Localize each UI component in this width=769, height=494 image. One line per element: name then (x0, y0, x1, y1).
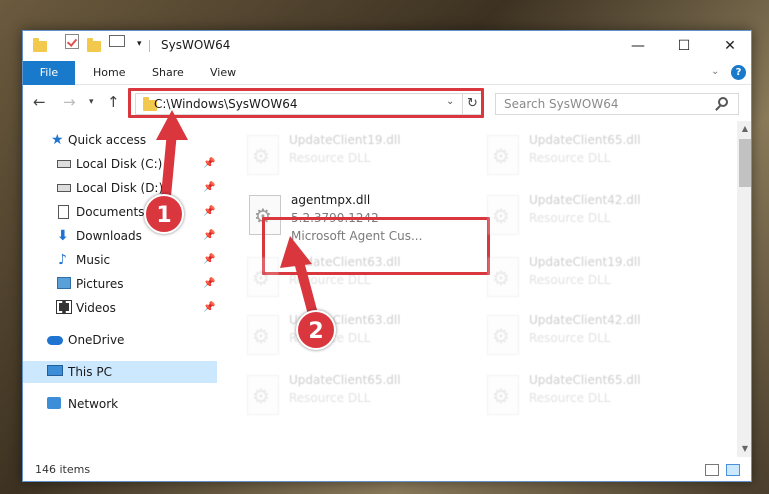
annotation-overlay (156, 110, 319, 323)
step-badge-1: 1 (144, 194, 184, 234)
arrow-2 (280, 236, 319, 323)
step-badge-2: 2 (296, 310, 336, 350)
arrow-1 (156, 110, 188, 201)
